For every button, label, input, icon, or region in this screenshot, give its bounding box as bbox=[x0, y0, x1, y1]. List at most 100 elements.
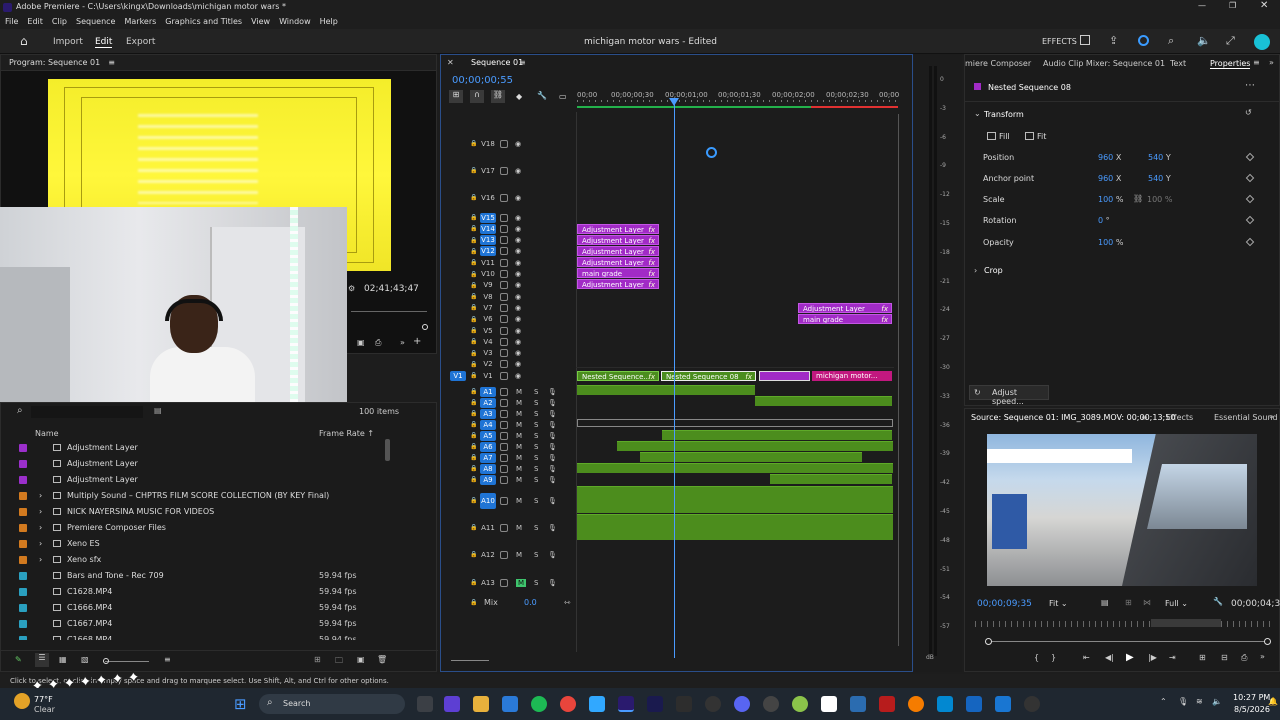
lock-icon[interactable]: 🔒 bbox=[470, 476, 477, 483]
media-icon[interactable] bbox=[1024, 696, 1040, 712]
photoshop-icon[interactable] bbox=[589, 696, 605, 712]
adjustment-layer-clip[interactable]: Adjustment Layer fx bbox=[577, 235, 659, 245]
sync-lock-icon[interactable] bbox=[500, 550, 508, 559]
scale-value[interactable]: 100 % bbox=[1098, 195, 1123, 204]
eye-icon[interactable]: ◉ bbox=[515, 349, 521, 357]
main-grade-clip[interactable]: main grade fx bbox=[577, 268, 659, 278]
audio-clip-outline[interactable] bbox=[577, 419, 893, 427]
adjustment-layer-clip[interactable]: Adjustment Layer fx bbox=[577, 257, 659, 267]
linked-selection-icon[interactable]: ⛓ bbox=[491, 90, 505, 103]
mic-icon[interactable]: 🎙 bbox=[548, 399, 557, 407]
app-3d-icon[interactable] bbox=[879, 696, 895, 712]
export-frame-icon[interactable]: ▣ bbox=[357, 338, 365, 347]
menu-markers[interactable]: Markers bbox=[124, 17, 156, 26]
column-name[interactable]: Name bbox=[35, 429, 59, 438]
sync-lock-icon[interactable] bbox=[500, 337, 508, 346]
label-color-swatch[interactable] bbox=[19, 588, 27, 596]
chrome-icon[interactable] bbox=[560, 696, 576, 712]
track-name[interactable]: V7 bbox=[480, 303, 496, 313]
crop-heading[interactable]: Crop bbox=[984, 266, 1003, 275]
column-frame-rate[interactable]: Frame Rate ↑ bbox=[319, 429, 374, 438]
nested-sequence-08-clip[interactable]: Nested Sequence 08 fx bbox=[661, 371, 756, 381]
github-icon[interactable] bbox=[705, 696, 721, 712]
pencil-icon[interactable]: ✎ bbox=[15, 655, 22, 664]
lock-icon[interactable]: 🔒 bbox=[470, 237, 477, 244]
fit-label[interactable]: Fit bbox=[1037, 132, 1046, 141]
track-name[interactable]: V11 bbox=[480, 258, 496, 268]
go-to-out-icon[interactable]: ⇥ bbox=[1169, 653, 1176, 662]
chevron-right-icon[interactable]: › bbox=[39, 536, 42, 552]
sync-lock-icon[interactable] bbox=[500, 139, 508, 148]
eye-icon[interactable]: ◉ bbox=[515, 225, 521, 233]
menu-file[interactable]: File bbox=[5, 17, 18, 26]
marker-icon[interactable]: ◆ bbox=[516, 92, 522, 101]
solo-button[interactable]: S bbox=[534, 524, 538, 532]
project-list-item[interactable]: › NICK NAYERSINA MUSIC FOR VIDEOS bbox=[1, 504, 391, 520]
lock-icon[interactable]: 🔒 bbox=[470, 338, 477, 345]
sync-lock-icon[interactable] bbox=[500, 431, 508, 440]
scrubber-handle-right[interactable] bbox=[1264, 638, 1271, 645]
lock-icon[interactable]: 🔒 bbox=[470, 465, 477, 472]
snap-icon[interactable]: ∩ bbox=[470, 90, 484, 103]
freeform-view-icon[interactable]: ▧ bbox=[81, 655, 89, 664]
tab-import[interactable]: Import bbox=[53, 37, 83, 47]
video-track-header[interactable]: 🔒 V15 ◉ bbox=[442, 212, 578, 223]
mute-button[interactable]: M bbox=[516, 421, 522, 429]
audio-track-header[interactable]: 🔒 A9 M S 🎙 bbox=[442, 474, 578, 485]
sync-lock-icon[interactable] bbox=[500, 453, 508, 462]
fit-dropdown[interactable]: Fit ⌄ bbox=[1049, 599, 1068, 608]
eye-icon[interactable]: ◉ bbox=[515, 247, 521, 255]
video-track-header[interactable]: 🔒 V12 ◉ bbox=[442, 246, 578, 257]
label-color-swatch[interactable] bbox=[19, 524, 27, 532]
mute-button[interactable]: M bbox=[516, 388, 522, 396]
track-name[interactable]: V5 bbox=[480, 326, 496, 336]
track-name[interactable]: V1 bbox=[480, 371, 496, 381]
video-track-header[interactable]: 🔒 V3 ◉ bbox=[442, 348, 578, 359]
sync-lock-icon[interactable] bbox=[500, 193, 508, 202]
menu-view[interactable]: View bbox=[251, 17, 270, 26]
new-item-icon[interactable]: ▣ bbox=[357, 655, 365, 664]
video-track-header[interactable]: 🔒 V7 ◉ bbox=[442, 302, 578, 313]
menu-edit[interactable]: Edit bbox=[27, 17, 43, 26]
lock-icon[interactable]: 🔒 bbox=[470, 214, 477, 221]
track-name[interactable]: A13 bbox=[480, 578, 496, 588]
audio-clip[interactable] bbox=[617, 441, 893, 451]
windows-start-icon[interactable]: ⊞ bbox=[234, 695, 247, 713]
tab-edit[interactable]: Edit bbox=[95, 37, 113, 48]
audio-clip[interactable] bbox=[770, 474, 892, 484]
fx-badge[interactable]: fx bbox=[648, 225, 655, 233]
video-track-header[interactable]: 🔒 V8 ◉ bbox=[442, 291, 578, 302]
video-track-header[interactable]: 🔒 V16 ◉ bbox=[442, 192, 578, 203]
audio-track-header[interactable]: 🔒 A2 M S 🎙 bbox=[442, 397, 578, 408]
minimize-button[interactable]: — bbox=[1198, 1, 1206, 10]
track-name[interactable]: V6 bbox=[480, 314, 496, 324]
step-forward-icon[interactable]: |▶ bbox=[1148, 653, 1157, 662]
zoom-handle[interactable] bbox=[422, 324, 428, 330]
lock-icon[interactable]: 🔒 bbox=[470, 327, 477, 334]
chevron-right-icon[interactable]: › bbox=[39, 552, 42, 568]
lock-icon[interactable]: 🔒 bbox=[470, 599, 477, 606]
task-view-icon[interactable] bbox=[417, 696, 433, 712]
chevron-right-icon[interactable]: › bbox=[39, 504, 42, 520]
export-frame-icon[interactable]: ⎙ bbox=[1241, 653, 1247, 663]
sync-lock-icon[interactable] bbox=[500, 224, 508, 233]
lock-icon[interactable]: 🔒 bbox=[470, 399, 477, 406]
rotation-value[interactable]: 0 ° bbox=[1098, 216, 1110, 225]
lock-icon[interactable]: 🔒 bbox=[470, 372, 477, 379]
sync-lock-icon[interactable] bbox=[500, 258, 508, 267]
video-track-header[interactable]: 🔒 V6 ◉ bbox=[442, 314, 578, 325]
lock-icon[interactable]: 🔒 bbox=[470, 421, 477, 428]
adjustment-layer-clip[interactable]: Adjustment Layer fx bbox=[798, 303, 892, 313]
horizontal-scrollbar[interactable] bbox=[451, 660, 489, 661]
track-name[interactable]: V8 bbox=[480, 292, 496, 302]
track-name[interactable]: A10 bbox=[480, 492, 496, 509]
avatar[interactable] bbox=[1254, 34, 1270, 50]
lock-icon[interactable]: 🔒 bbox=[470, 304, 477, 311]
audio-track-header[interactable]: 🔒 A10 M S 🎙 bbox=[442, 492, 578, 509]
mix-track[interactable]: 🔒 Mix 0.0 ⇿ bbox=[442, 597, 578, 608]
bin-icon[interactable]: ▤ bbox=[154, 406, 162, 415]
program-tab[interactable]: Program: Sequence 01 bbox=[9, 58, 100, 67]
eye-icon[interactable]: ◉ bbox=[515, 140, 521, 148]
track-name[interactable]: A1 bbox=[480, 386, 496, 397]
notification-icon[interactable]: 🔔 bbox=[1268, 697, 1278, 706]
